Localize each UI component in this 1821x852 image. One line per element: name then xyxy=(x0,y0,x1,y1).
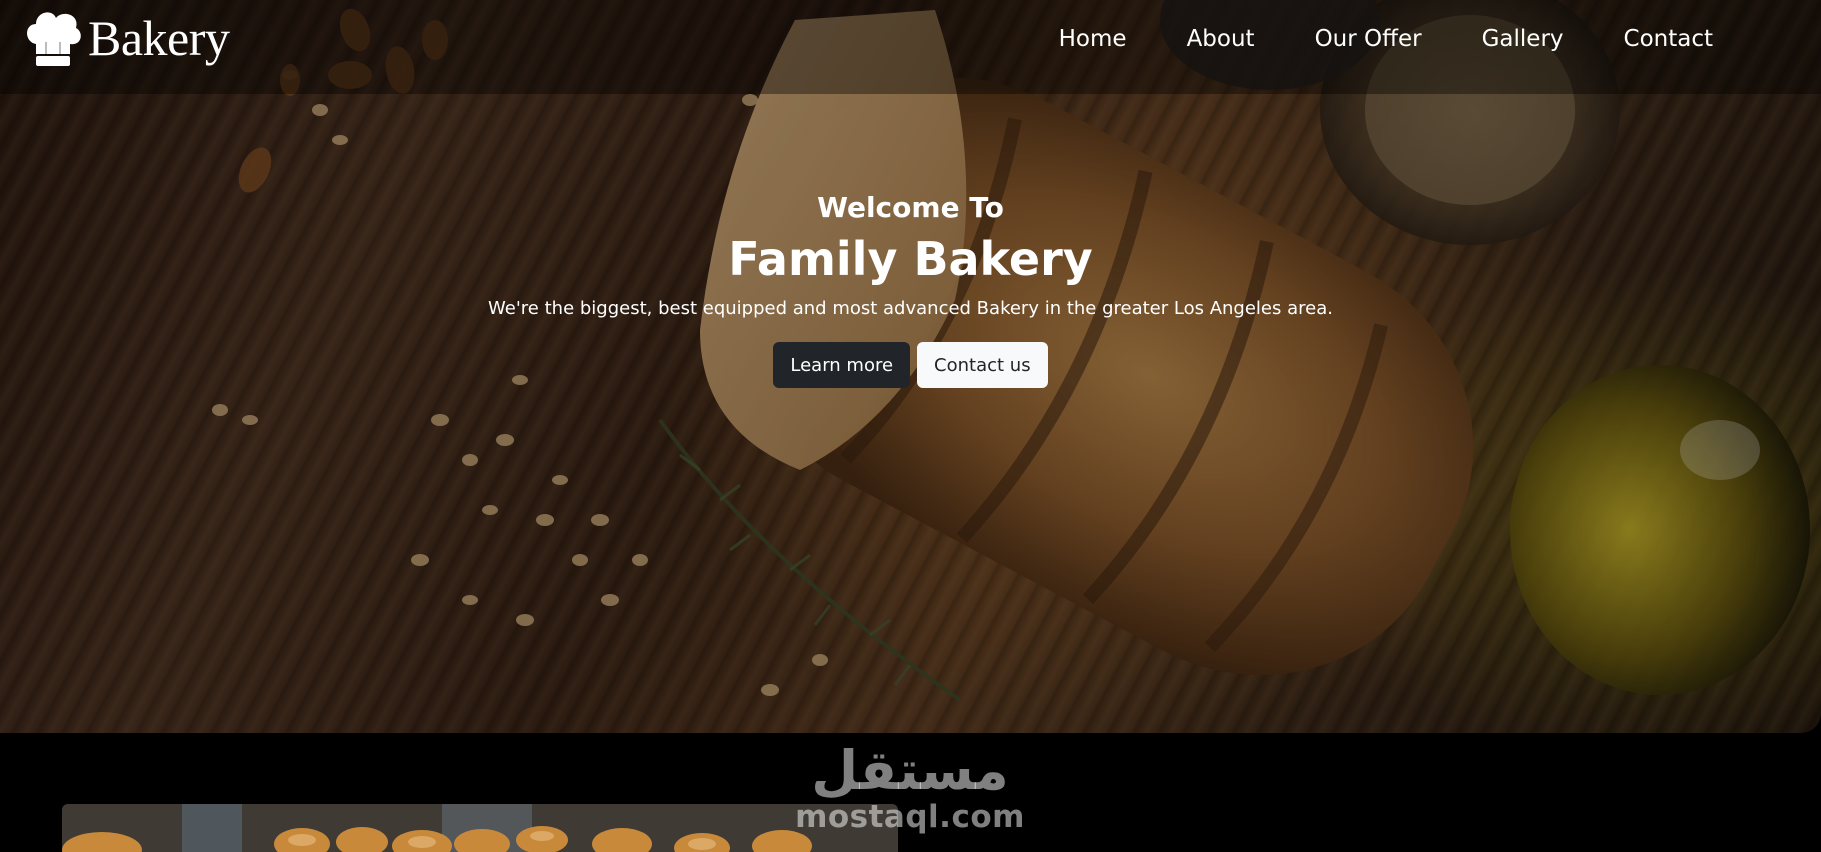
hero-content: Welcome To Family Bakery We're the bigge… xyxy=(0,188,1821,388)
nav-item-home: Home xyxy=(1029,21,1157,57)
landing-page: Bakery Home About Our Offer Gallery Cont… xyxy=(0,0,1821,852)
watermark: مستقل mostaql.com xyxy=(795,739,1025,835)
chef-hat-icon xyxy=(22,8,84,68)
hero-subtitle: We're the biggest, best equipped and mos… xyxy=(488,298,1333,319)
top-navbar: Bakery Home About Our Offer Gallery Cont… xyxy=(0,0,1821,94)
contact-us-button[interactable]: Contact us xyxy=(917,342,1048,388)
nav-link-gallery[interactable]: Gallery xyxy=(1452,21,1594,57)
hero-kicker: Welcome To xyxy=(817,191,1004,224)
watermark-arabic: مستقل xyxy=(811,739,1009,802)
nav-item-about: About xyxy=(1157,21,1285,57)
nav-item-contact: Contact xyxy=(1594,21,1743,57)
watermark-latin: mostaql.com xyxy=(795,799,1025,835)
nav-menu: Home About Our Offer Gallery Contact xyxy=(1029,21,1743,57)
nav-item-our-offer: Our Offer xyxy=(1285,21,1452,57)
brand-name: Bakery xyxy=(88,10,230,66)
pastries-image xyxy=(62,804,898,852)
brand-logo-link[interactable]: Bakery xyxy=(22,8,230,68)
nav-item-gallery: Gallery xyxy=(1452,21,1594,57)
nav-link-contact[interactable]: Contact xyxy=(1594,21,1743,57)
hero-section: Bakery Home About Our Offer Gallery Cont… xyxy=(0,0,1821,733)
nav-link-about[interactable]: About xyxy=(1157,21,1285,57)
hero-buttons: Learn more Contact us xyxy=(0,342,1821,388)
hero-title: Family Bakery xyxy=(728,232,1093,286)
nav-link-our-offer[interactable]: Our Offer xyxy=(1285,21,1452,57)
learn-more-button[interactable]: Learn more xyxy=(773,342,911,388)
section-preview-image xyxy=(62,804,898,852)
nav-link-home[interactable]: Home xyxy=(1029,21,1157,57)
